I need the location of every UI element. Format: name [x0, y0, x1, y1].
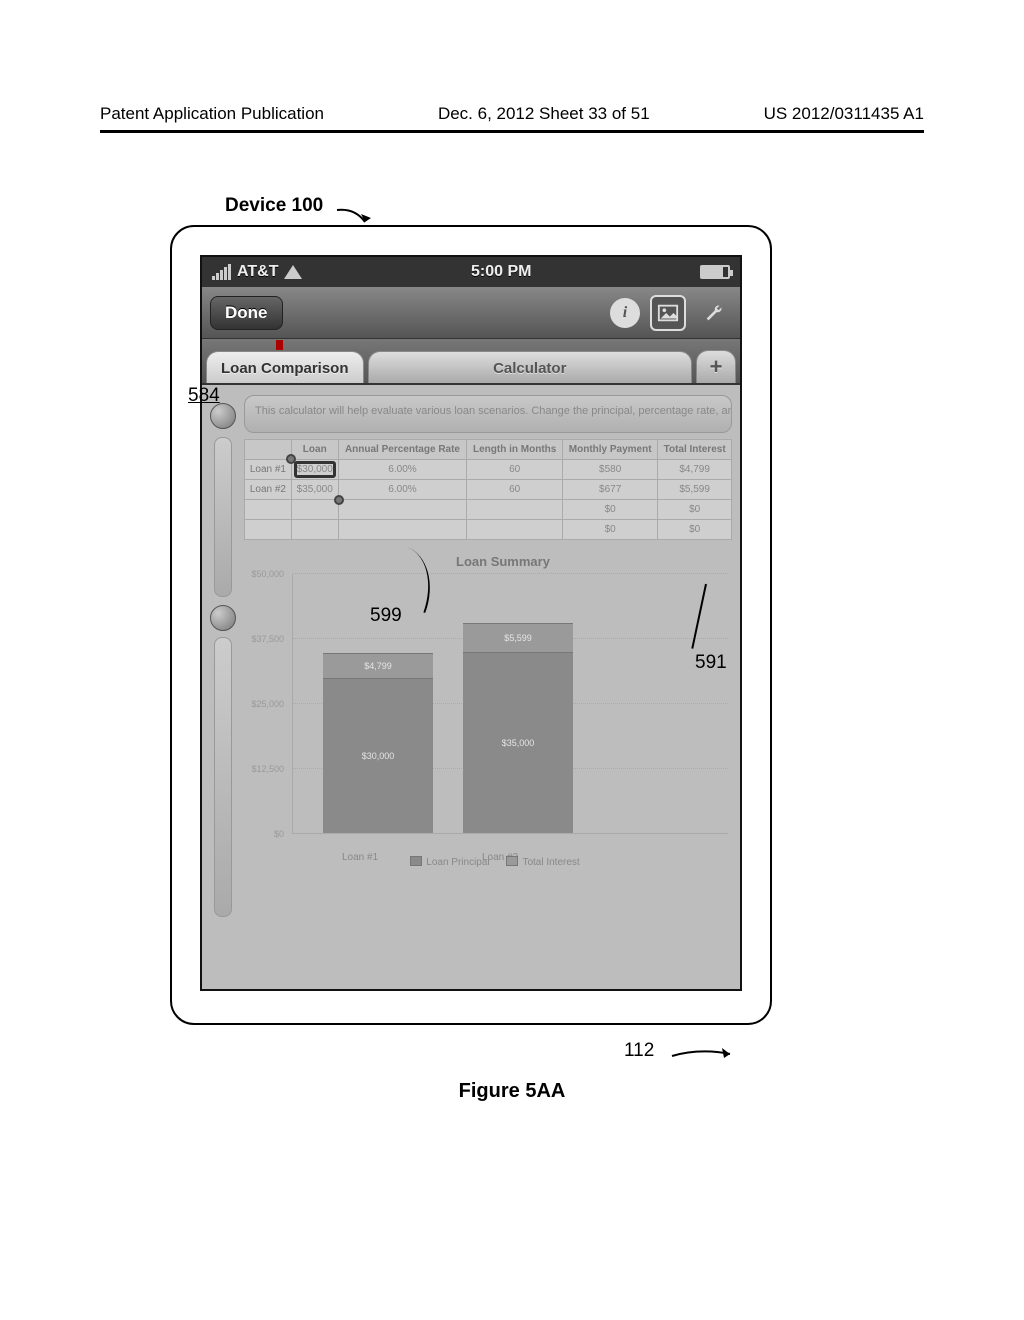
cell-value[interactable]: 6.00% — [338, 480, 467, 500]
y-tick: $0 — [244, 829, 284, 839]
status-bar: AT&T 5:00 PM — [202, 257, 740, 287]
bar-label: $30,000 — [362, 751, 395, 761]
callout-112: 112 — [624, 1040, 654, 1062]
callout-112-arrow — [670, 1046, 740, 1066]
rail-chart-button[interactable] — [210, 605, 236, 631]
sheet-body: This calculator will help evaluate vario… — [202, 385, 740, 989]
legend-swatch-principal-icon — [410, 856, 422, 866]
figure-caption: Figure 5AA — [0, 1080, 1024, 1103]
row-header-rail[interactable] — [214, 437, 232, 597]
col-loan: Loan — [291, 440, 338, 460]
picture-icon[interactable] — [650, 295, 686, 331]
cell-value[interactable]: $0 — [658, 520, 732, 540]
cell-value[interactable] — [467, 500, 563, 520]
table-header-row: Loan Annual Percentage Rate Length in Mo… — [245, 440, 732, 460]
row-label: Loan #2 — [245, 480, 292, 500]
chart-area[interactable]: Loan Summary $0 $12,500 $25,000 $37,500 … — [244, 550, 732, 868]
plot-area: $30,000 $4,799 $35,000 $5,599 — [292, 574, 728, 834]
bar-label: $35,000 — [502, 738, 535, 748]
cell-value[interactable]: $0 — [563, 520, 658, 540]
signal-bars-icon — [212, 264, 231, 280]
cell-value[interactable]: $5,599 — [658, 480, 732, 500]
battery-icon — [700, 265, 730, 279]
bar-interest: $5,599 — [463, 623, 573, 652]
chart-title: Loan Summary — [280, 554, 726, 569]
grid-line — [293, 573, 728, 574]
callout-599: 599 — [370, 605, 402, 627]
col-apr: Annual Percentage Rate — [338, 440, 467, 460]
cell-value[interactable]: $35,000 — [291, 480, 338, 500]
cell-value[interactable]: 60 — [467, 480, 563, 500]
tab-loan-comparison[interactable]: Loan Comparison — [206, 351, 364, 383]
cell-value[interactable] — [291, 520, 338, 540]
cell-value[interactable] — [338, 500, 467, 520]
callout-584: 584 — [188, 385, 220, 407]
info-icon[interactable]: i — [610, 298, 640, 328]
y-tick: $12,500 — [244, 764, 284, 774]
done-button[interactable]: Done — [210, 296, 283, 330]
y-tick: $37,500 — [244, 634, 284, 644]
intro-textbox: This calculator will help evaluate vario… — [244, 395, 732, 433]
col-payment: Monthly Payment — [563, 440, 658, 460]
wifi-icon — [284, 265, 302, 279]
table-row[interactable]: $0 $0 — [245, 520, 732, 540]
row-header-rail-2[interactable] — [214, 637, 232, 917]
header-rule — [100, 130, 924, 133]
legend-label: Loan Principal — [426, 857, 489, 868]
tab-calculator[interactable]: Calculator — [368, 351, 692, 383]
bar-interest: $4,799 — [323, 653, 433, 678]
table-row[interactable]: Loan #1 $30,000 6.00% 60 $580 $4,799 — [245, 460, 732, 480]
row-label — [245, 500, 292, 520]
chart-legend: Loan Principal Total Interest — [244, 856, 732, 868]
y-tick: $50,000 — [244, 569, 284, 579]
col-length: Length in Months — [467, 440, 563, 460]
cell-value[interactable] — [467, 520, 563, 540]
bar-label: $5,599 — [504, 633, 532, 643]
callout-591: 591 — [695, 652, 727, 674]
pub-left: Patent Application Publication — [100, 104, 324, 124]
table-row[interactable]: Loan #2 $35,000 6.00% 60 $677 $5,599 — [245, 480, 732, 500]
bar-loan-1[interactable]: $30,000 $4,799 — [323, 653, 433, 833]
selection-outline — [294, 461, 336, 478]
cell-value[interactable]: $0 — [563, 500, 658, 520]
cell-value[interactable] — [338, 520, 467, 540]
carrier-label: AT&T — [237, 263, 278, 281]
pub-right: US 2012/0311435 A1 — [764, 104, 924, 124]
cell-value[interactable]: $580 — [563, 460, 658, 480]
pub-center: Dec. 6, 2012 Sheet 33 of 51 — [438, 104, 650, 124]
selection-handle-br[interactable] — [334, 495, 344, 505]
y-axis: $0 $12,500 $25,000 $37,500 $50,000 — [244, 574, 288, 834]
bar-loan-2[interactable]: $35,000 $5,599 — [463, 623, 573, 833]
cell-value: $35,000 — [297, 484, 333, 495]
cell-value[interactable]: $4,799 — [658, 460, 732, 480]
cell-value[interactable]: $677 — [563, 480, 658, 500]
clock-label: 5:00 PM — [471, 263, 531, 281]
nav-bar: Done i — [202, 287, 740, 339]
device-screen: AT&T 5:00 PM Done i Loan Comparison Calc… — [200, 255, 742, 991]
cell-value[interactable]: $0 — [658, 500, 732, 520]
table-row[interactable]: $0 $0 — [245, 500, 732, 520]
bar-principal: $30,000 — [323, 678, 433, 833]
bar-label: $4,799 — [364, 661, 392, 671]
cell-value[interactable] — [291, 500, 338, 520]
cell-value[interactable]: 60 — [467, 460, 563, 480]
tab-add[interactable]: + — [696, 350, 736, 383]
selected-cell[interactable]: $30,000 — [291, 460, 338, 480]
bar-principal: $35,000 — [463, 652, 573, 833]
device-frame: AT&T 5:00 PM Done i Loan Comparison Calc… — [170, 225, 772, 1025]
legend-label: Total Interest — [522, 857, 579, 868]
col-interest: Total Interest — [658, 440, 732, 460]
page-header: Patent Application Publication Dec. 6, 2… — [0, 104, 1024, 124]
row-label: Loan #1 — [245, 460, 292, 480]
device-label: Device 100 — [225, 195, 323, 217]
row-label — [245, 520, 292, 540]
loan-table[interactable]: Loan Annual Percentage Rate Length in Mo… — [244, 439, 732, 540]
wrench-icon[interactable] — [696, 295, 732, 331]
y-tick: $25,000 — [244, 699, 284, 709]
cell-value[interactable]: 6.00% — [338, 460, 467, 480]
close-tab-icon[interactable] — [276, 340, 283, 350]
legend-swatch-interest-icon — [506, 856, 518, 866]
